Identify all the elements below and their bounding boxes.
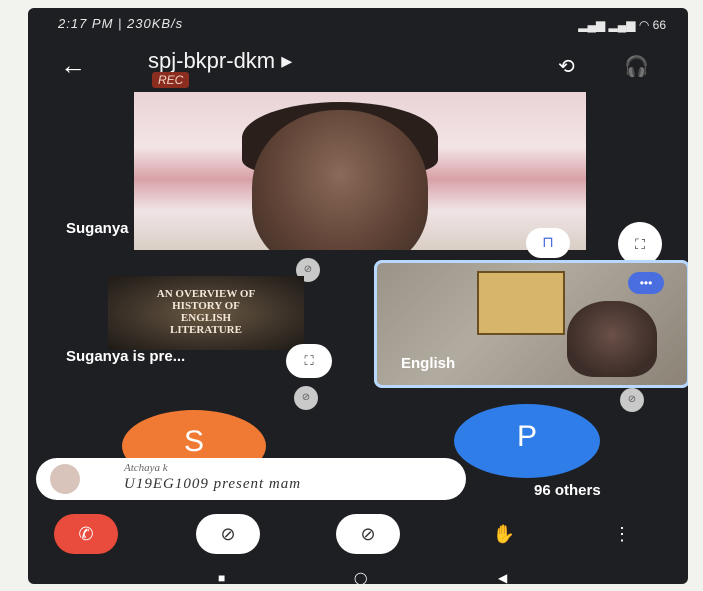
chat-sender-name: Atchaya k xyxy=(124,462,168,474)
raise-hand-icon[interactable]: ✋ xyxy=(472,514,536,554)
slide-line: AN OVERVIEW OF xyxy=(156,288,256,300)
presenting-label: Suganya is pre... xyxy=(66,348,186,365)
others-count[interactable]: 96 others xyxy=(534,482,601,499)
presentation-fullscreen-icon[interactable]: ⛶ xyxy=(286,344,332,378)
audio-output-icon[interactable]: 🎧 xyxy=(624,54,649,79)
main-video-feed[interactable] xyxy=(134,92,586,250)
speaker-face xyxy=(252,110,428,250)
chat-message: U19EG1009 present mam xyxy=(124,476,302,492)
back-nav-icon[interactable]: ◀ xyxy=(498,571,507,584)
slide-line: ENGLISH xyxy=(180,312,232,324)
wall-picture xyxy=(477,271,565,335)
avatar-s-letter: S xyxy=(183,425,204,458)
mic-off-icon[interactable]: ⊘ xyxy=(336,514,400,554)
participant-more-icon[interactable]: ••• xyxy=(628,272,664,294)
avatar-p[interactable]: P xyxy=(454,404,600,478)
pin-icon[interactable]: ⊓ xyxy=(526,228,570,258)
main-speaker-name: Suganya xyxy=(66,220,129,237)
status-bar-indicators: ▂▄▆ ▂▄▆ ◠ 66 xyxy=(578,18,666,32)
more-options-icon[interactable]: ⋮ xyxy=(600,514,644,554)
back-arrow-icon[interactable]: ← xyxy=(60,50,86,81)
chat-toast[interactable]: Atchaya k U19EG1009 present mam xyxy=(36,458,466,500)
presentation-slide[interactable]: AN OVERVIEW OF HISTORY OF ENGLISH LITERA… xyxy=(108,276,304,350)
status-bar-time: 2:17 PM | 230KB/s xyxy=(58,16,184,31)
switch-camera-icon[interactable]: ⟲ xyxy=(558,54,575,79)
muted-mic-icon: ⊘ xyxy=(620,388,644,412)
avatar-p-letter: P xyxy=(516,420,537,453)
participant-name: English xyxy=(401,355,456,372)
participant-face xyxy=(567,301,657,377)
meeting-code[interactable]: spj-bkpr-dkm ▸ xyxy=(148,48,292,74)
end-call-icon[interactable]: ✆ xyxy=(54,514,118,554)
chat-sender-avatar xyxy=(50,464,80,494)
slide-line: HISTORY OF xyxy=(172,300,240,312)
recents-nav-icon[interactable]: ■ xyxy=(218,571,225,584)
slide-line: LITERATURE xyxy=(170,324,242,336)
home-nav-icon[interactable]: ◯ xyxy=(354,571,367,584)
muted-mic-icon: ⊘ xyxy=(294,386,318,410)
meet-screen: 2:17 PM | 230KB/s ▂▄▆ ▂▄▆ ◠ 66 ← spj-bkp… xyxy=(28,8,688,584)
recording-badge: REC xyxy=(152,72,190,88)
camera-off-icon[interactable]: ⊘ xyxy=(196,514,260,554)
